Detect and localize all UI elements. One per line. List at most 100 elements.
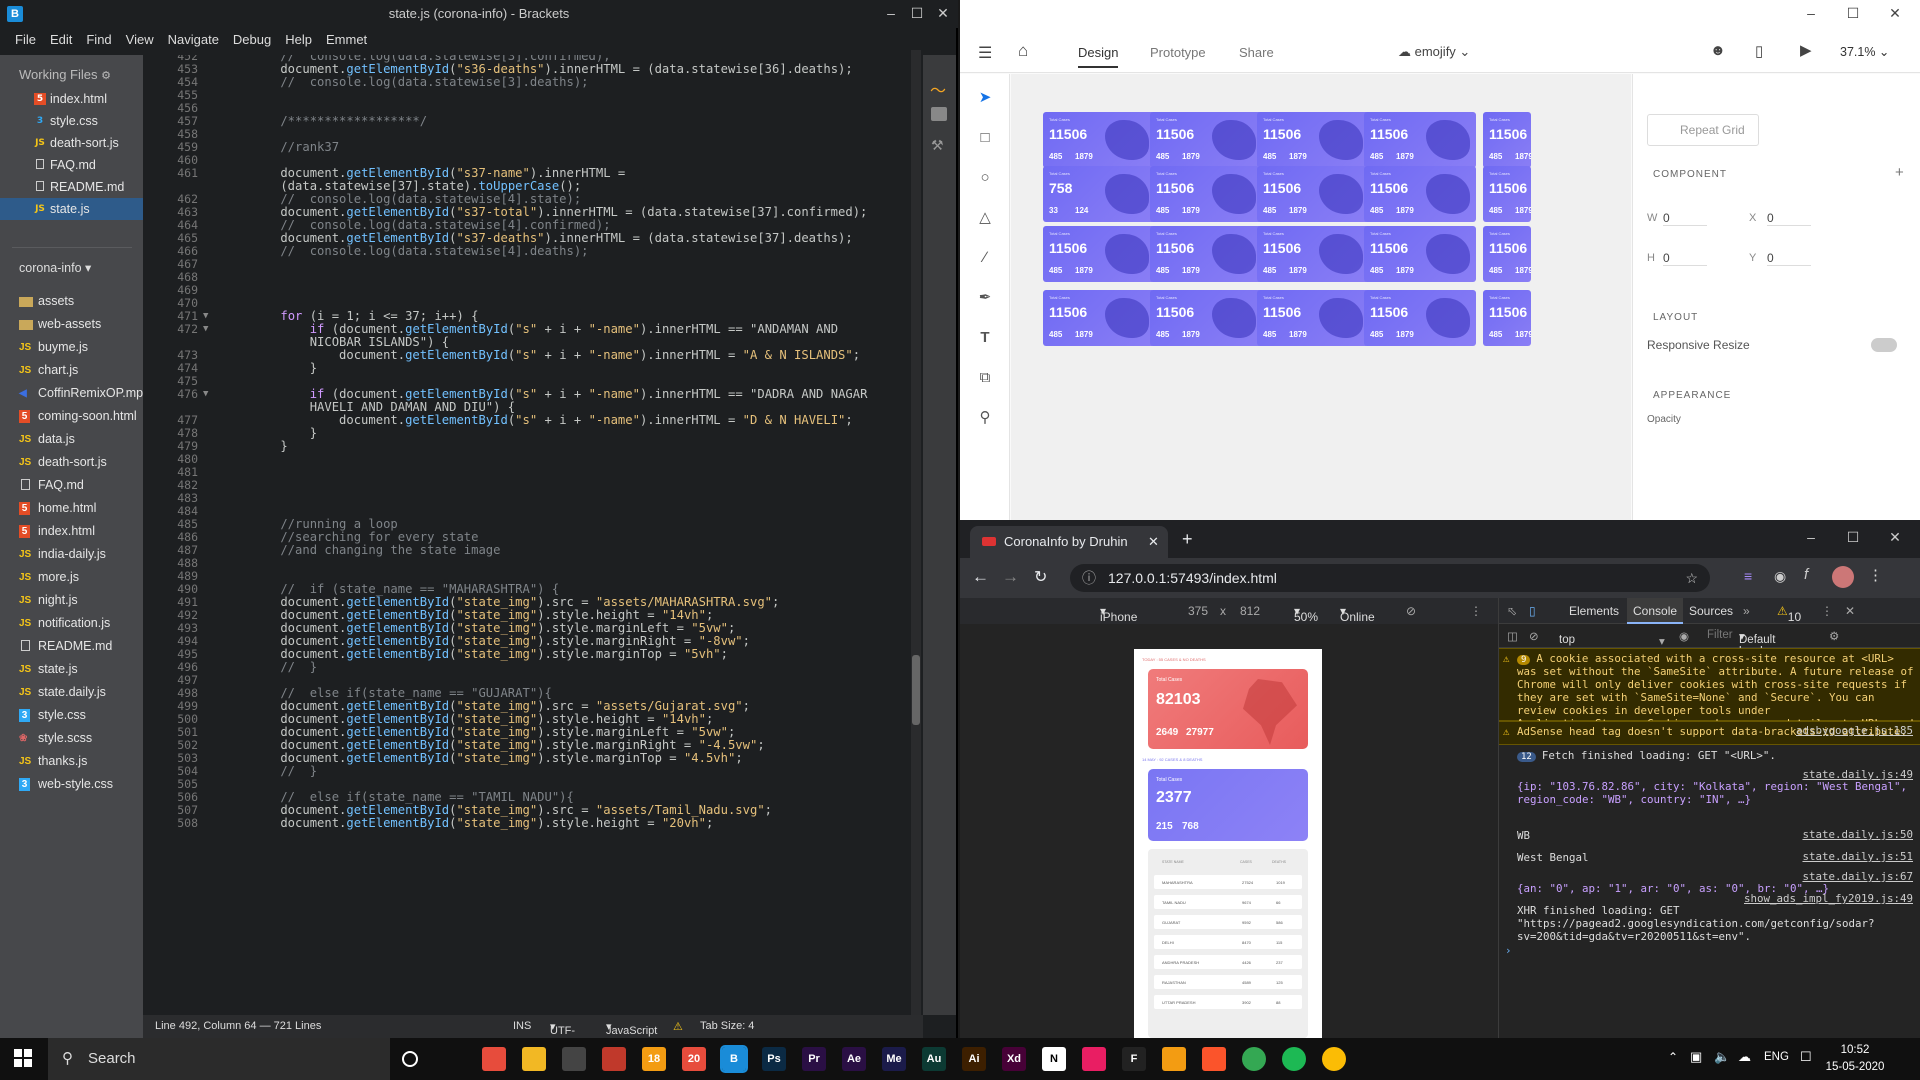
warning-count[interactable]: ⚠ 10 <box>1777 604 1801 624</box>
artboard-tool-icon[interactable]: ⧉ <box>977 370 993 386</box>
presentation-icon[interactable] <box>602 1047 626 1071</box>
tab-design[interactable]: Design <box>1078 45 1119 68</box>
tab-prototype[interactable]: Prototype <box>1150 45 1206 60</box>
inspect-icon[interactable]: ⬁ <box>1507 604 1517 618</box>
source-link[interactable]: show_ads_impl_fy2019.js:49 <box>1744 892 1913 905</box>
fold-arrow-icon[interactable]: ▼ <box>203 324 208 334</box>
project-file-item[interactable]: JS more.js <box>0 566 143 589</box>
close-icon[interactable]: ✕ <box>1882 2 1908 24</box>
warning-icon[interactable]: ⚠ <box>673 1020 683 1033</box>
reload-icon[interactable]: ↻ <box>1034 567 1047 587</box>
rotate-icon[interactable]: ⊘ <box>1406 604 1416 618</box>
height-input[interactable]: 812 <box>1240 604 1260 618</box>
working-file-item[interactable]: JS state.js <box>0 198 143 220</box>
extension-icon[interactable]: ≡ <box>1744 568 1752 584</box>
minimize-icon[interactable]: – <box>1798 526 1824 548</box>
clear-console-icon[interactable]: ⊘ <box>1529 629 1539 643</box>
state-card[interactable]: Total Cases 11506 485 1879 <box>1483 290 1531 346</box>
ellipse-tool-icon[interactable]: ○ <box>977 170 993 186</box>
state-card[interactable]: Total Cases 11506 485 1879 <box>1364 290 1476 346</box>
taskbar-search[interactable]: ⚲ Search <box>48 1038 390 1080</box>
console-message[interactable]: West Bengal state.daily.js:51 <box>1499 848 1920 868</box>
source-link[interactable]: state.daily.js:50 <box>1802 828 1913 841</box>
pen-tool-icon[interactable]: ✒ <box>977 290 993 306</box>
state-card[interactable]: Total Cases 11506 485 1879 <box>1257 226 1369 282</box>
india-card[interactable]: Total Cases 82103 2649 27977 <box>1148 669 1308 749</box>
state-card[interactable]: Total Cases 11506 485 1879 <box>1257 290 1369 346</box>
app-orange-icon[interactable] <box>1162 1047 1186 1071</box>
state-card[interactable]: Total Cases 11506 485 1879 <box>1150 226 1262 282</box>
console-message[interactable]: {ip: "103.76.82.86", city: "Kolkata", re… <box>1499 766 1920 826</box>
task-view-icon[interactable] <box>442 1047 466 1071</box>
maximize-icon[interactable]: ☐ <box>904 2 930 24</box>
menu-item-view[interactable]: View <box>119 28 161 50</box>
menu-item-help[interactable]: Help <box>278 28 319 50</box>
console-message[interactable]: WB state.daily.js:50 <box>1499 826 1920 848</box>
project-file-item[interactable]: assets <box>0 290 143 313</box>
back-icon[interactable]: ← <box>972 567 989 587</box>
network-icon[interactable]: ▣ <box>1690 1049 1702 1065</box>
menu-item-edit[interactable]: Edit <box>43 28 79 50</box>
chrome-canary-icon[interactable] <box>1322 1047 1346 1071</box>
app-red-icon[interactable] <box>1082 1047 1106 1071</box>
console-message[interactable]: XHR finished loading: GET "https://pagea… <box>1499 890 1920 943</box>
gear-icon[interactable]: ⚙ <box>101 70 111 82</box>
tab-size[interactable]: Tab Size: 4 <box>700 1020 754 1032</box>
console-message[interactable]: 12 Fetch finished loading: GET "<URL>". <box>1499 746 1920 766</box>
device-select[interactable]: iPhone X ▾ <box>1100 604 1137 638</box>
cortana-icon[interactable] <box>402 1051 418 1067</box>
project-file-item[interactable]: FAQ.md <box>0 474 143 497</box>
illustrator-icon[interactable]: Ai <box>962 1047 986 1071</box>
state-card[interactable]: Total Cases 11506 485 1879 <box>1150 112 1262 168</box>
close-devtools-icon[interactable]: ✕ <box>1845 604 1855 618</box>
state-card[interactable]: Total Cases 11506 485 1879 <box>1257 166 1369 222</box>
app-20-icon[interactable]: 20 <box>682 1047 706 1071</box>
project-file-item[interactable]: JS india-daily.js <box>0 543 143 566</box>
project-file-item[interactable]: JS thanks.js <box>0 750 143 773</box>
play-icon[interactable]: ▶ <box>1800 41 1812 59</box>
close-tab-icon[interactable]: ✕ <box>1148 534 1159 550</box>
info-icon[interactable]: ⓘ <box>1082 564 1096 592</box>
working-file-item[interactable]: FAQ.md <box>0 154 143 176</box>
editor-scrollbar[interactable] <box>911 50 921 1015</box>
menu-item-debug[interactable]: Debug <box>226 28 278 50</box>
tab-sources[interactable]: Sources <box>1689 604 1733 618</box>
project-file-item[interactable]: JS state.daily.js <box>0 681 143 704</box>
function-icon[interactable]: f <box>1804 566 1808 583</box>
rectangle-tool-icon[interactable]: □ <box>977 130 993 146</box>
project-file-item[interactable]: JS notification.js <box>0 612 143 635</box>
state-card[interactable]: Total Cases 11506 485 1879 <box>1043 290 1155 346</box>
maximize-icon[interactable]: ☐ <box>1840 2 1866 24</box>
console-prompt[interactable]: › <box>1505 944 1512 957</box>
state-card[interactable]: Total Cases 11506 485 1879 <box>1043 112 1155 168</box>
insert-mode[interactable]: INS <box>513 1020 531 1032</box>
project-dropdown[interactable]: corona-info ▾ <box>19 260 91 275</box>
forward-icon[interactable]: → <box>1002 567 1019 587</box>
home-icon[interactable]: ⌂ <box>1018 41 1028 61</box>
close-icon[interactable]: ✕ <box>1882 526 1908 548</box>
new-tab-icon[interactable]: + <box>1182 529 1193 550</box>
bookmark-star-icon[interactable]: ☆ <box>1685 564 1698 592</box>
fold-arrow-icon[interactable]: ▼ <box>203 389 208 399</box>
project-file-item[interactable]: JS death-sort.js <box>0 451 143 474</box>
tab-share[interactable]: Share <box>1239 45 1274 60</box>
brave-icon[interactable] <box>1202 1047 1226 1071</box>
project-file-item[interactable]: 5 coming-soon.html <box>0 405 143 428</box>
state-card[interactable]: Total Cases 11506 485 1879 <box>1364 112 1476 168</box>
hamburger-icon[interactable]: ☰ <box>978 43 992 63</box>
console-message[interactable]: ⚠ AdSense head tag doesn't support data-b… <box>1499 721 1920 745</box>
console-message[interactable]: ⚠ 9 A cookie associated with a cross-site … <box>1499 648 1920 743</box>
live-preview-icon[interactable]: 〜 <box>930 77 946 101</box>
project-file-item[interactable]: web-assets <box>0 313 143 336</box>
state-card[interactable]: Total Cases 2377 215 768 <box>1148 769 1308 841</box>
console-message[interactable]: {an: "0", ap: "1", ar: "0", as: "0", br:… <box>1499 868 1920 895</box>
tab-elements[interactable]: Elements <box>1569 604 1619 618</box>
network-select[interactable]: Online ▾ <box>1340 604 1375 624</box>
text-tool-icon[interactable]: T <box>977 330 993 346</box>
minimize-icon[interactable]: – <box>1798 2 1824 24</box>
browser-tab[interactable]: CoronaInfo by Druhin ✕ <box>970 526 1168 558</box>
w-field[interactable]: 0 <box>1663 211 1707 226</box>
avatar[interactable] <box>1832 566 1854 588</box>
tools-icon[interactable]: ⚒ <box>931 137 944 154</box>
project-file-item[interactable]: JS data.js <box>0 428 143 451</box>
